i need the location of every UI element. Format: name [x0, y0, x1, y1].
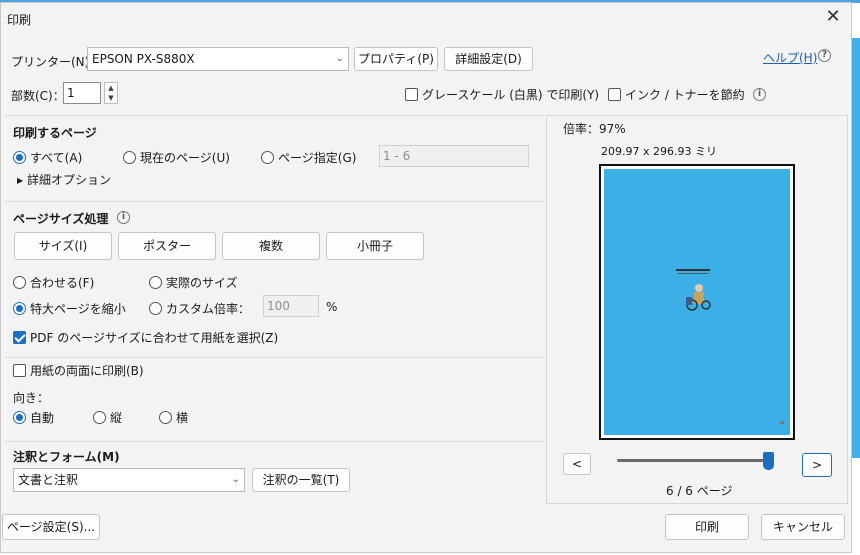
page-indicator: 6 / 6 ページ: [666, 484, 733, 498]
duplex-label: 用紙の両面に印刷(B): [30, 364, 144, 378]
custom-scale-label: カスタム倍率：: [166, 302, 251, 316]
pages-range-radio[interactable]: [261, 151, 274, 164]
info-icon[interactable]: i: [117, 211, 130, 224]
next-page-button[interactable]: >: [802, 453, 832, 477]
page-setup-button[interactable]: ページ設定(S)...: [2, 514, 100, 540]
duplex-option[interactable]: 用紙の両面に印刷(B): [13, 362, 144, 379]
copies-input[interactable]: 1: [63, 82, 101, 104]
page-slider-track[interactable]: [617, 459, 771, 462]
pages-current-radio[interactable]: [123, 151, 136, 164]
comments-forms-select[interactable]: 文書と注釈 ⌄: [13, 468, 245, 492]
preview-illustration: [676, 269, 784, 424]
advanced-button[interactable]: 詳細設定(D): [444, 47, 533, 71]
pages-range-label: ページ指定(G): [278, 151, 357, 165]
save-ink-label: インク / トナーを節約: [625, 88, 745, 102]
custom-scale-option[interactable]: カスタム倍率：: [149, 300, 250, 317]
copies-label: 部数(C)：: [11, 89, 65, 103]
orientation-auto-option[interactable]: 自動: [13, 409, 54, 426]
pages-range-input[interactable]: 1 - 6: [379, 145, 529, 167]
more-options-label: 詳細オプション: [26, 173, 111, 187]
shrink-label: 特大ページを縮小: [30, 302, 126, 316]
orientation-portrait-label: 縦: [110, 411, 123, 425]
actual-size-radio[interactable]: [149, 276, 162, 289]
page-sizing-title: ページサイズ処理: [13, 212, 109, 226]
printer-selected-value: EPSON PX-S880X: [92, 52, 195, 66]
grayscale-checkbox[interactable]: [405, 88, 418, 101]
choose-paper-option[interactable]: PDF のページサイズに合わせて用紙を選択(Z): [13, 329, 278, 346]
prev-page-button[interactable]: <: [563, 453, 591, 475]
stepper-up-icon[interactable]: ▲: [105, 83, 117, 93]
dialog-title: 印刷: [7, 13, 32, 27]
help-link[interactable]: ヘルプ(H): [763, 49, 817, 66]
orientation-landscape-radio[interactable]: [159, 411, 172, 424]
fit-label: 合わせる(F): [30, 276, 95, 290]
duplex-checkbox[interactable]: [13, 364, 26, 377]
triangle-right-icon: ▶: [17, 176, 24, 185]
properties-button[interactable]: プロパティ(P): [354, 47, 438, 71]
pages-current-option[interactable]: 現在のページ(U): [123, 149, 230, 166]
printer-select[interactable]: EPSON PX-S880X ⌄: [87, 47, 349, 71]
comments-forms-title: 注釈とフォーム(M): [13, 450, 120, 464]
comments-summary-button[interactable]: 注釈の一覧(T): [252, 468, 350, 492]
fit-radio[interactable]: [13, 276, 26, 289]
orientation-auto-radio[interactable]: [13, 411, 26, 424]
orientation-portrait-radio[interactable]: [93, 411, 106, 424]
multiple-button[interactable]: 複数: [222, 232, 320, 260]
print-button[interactable]: 印刷: [665, 514, 749, 540]
choose-paper-checkbox[interactable]: [13, 331, 26, 344]
pages-all-radio[interactable]: [13, 151, 26, 164]
print-dialog: 印刷 ✕ プリンター(N)： EPSON PX-S880X ⌄ プロパティ(P)…: [0, 2, 852, 553]
chevron-down-icon: ⌄: [231, 474, 240, 485]
shrink-option[interactable]: 特大ページを縮小: [13, 300, 126, 317]
scale-value: 97%: [599, 122, 626, 136]
scale-readout: 倍率：97%: [563, 120, 626, 137]
cancel-button[interactable]: キャンセル: [761, 514, 845, 540]
preview-page-content: [604, 169, 790, 435]
more-options-toggle[interactable]: ▶ 詳細オプション: [17, 171, 111, 188]
pages-all-label: すべて(A): [30, 151, 83, 165]
percent-sign: %: [326, 300, 338, 314]
shrink-radio[interactable]: [13, 302, 26, 315]
orientation-landscape-label: 横: [176, 411, 189, 425]
fit-option[interactable]: 合わせる(F): [13, 274, 94, 291]
orientation-title: 向き：: [13, 391, 50, 405]
chevron-down-icon: ⌄: [335, 53, 344, 64]
copies-stepper[interactable]: ▲ ▼: [104, 82, 118, 104]
page-dimensions: 209.97 x 296.93 ミリ: [601, 145, 717, 158]
orientation-auto-label: 自動: [30, 411, 55, 425]
save-ink-option[interactable]: インク / トナーを節約: [608, 86, 745, 103]
pages-range-option[interactable]: ページ指定(G): [261, 149, 356, 166]
save-ink-checkbox[interactable]: [608, 88, 621, 101]
grayscale-option[interactable]: グレースケール (白黒) で印刷(Y): [405, 86, 599, 103]
scale-label: 倍率：: [563, 122, 600, 136]
poster-button[interactable]: ポスター: [118, 232, 216, 260]
pages-to-print-title: 印刷するページ: [13, 126, 97, 140]
size-button[interactable]: サイズ(I): [14, 232, 112, 260]
page-slider-thumb[interactable]: [763, 452, 774, 470]
pages-all-option[interactable]: すべて(A): [13, 149, 82, 166]
actual-size-option[interactable]: 実際のサイズ: [149, 274, 238, 291]
custom-scale-radio[interactable]: [149, 302, 162, 315]
orientation-landscape-option[interactable]: 横: [159, 409, 188, 426]
choose-paper-label: PDF のページサイズに合わせて用紙を選択(Z): [30, 331, 279, 345]
page-preview: [599, 164, 795, 440]
pages-current-label: 現在のページ(U): [140, 151, 230, 165]
booklet-button[interactable]: 小冊子: [326, 232, 424, 260]
comments-forms-selected-value: 文書と注釈: [18, 473, 79, 487]
orientation-portrait-option[interactable]: 縦: [93, 409, 122, 426]
title-bar: 印刷 ✕: [1, 3, 851, 33]
question-circle-icon[interactable]: ?: [818, 49, 831, 62]
grayscale-label: グレースケール (白黒) で印刷(Y): [422, 88, 600, 102]
stepper-down-icon[interactable]: ▼: [105, 93, 117, 103]
info-icon[interactable]: i: [753, 88, 766, 101]
close-button[interactable]: ✕: [821, 6, 845, 30]
actual-size-label: 実際のサイズ: [166, 276, 238, 290]
custom-scale-input[interactable]: 100: [263, 295, 319, 317]
